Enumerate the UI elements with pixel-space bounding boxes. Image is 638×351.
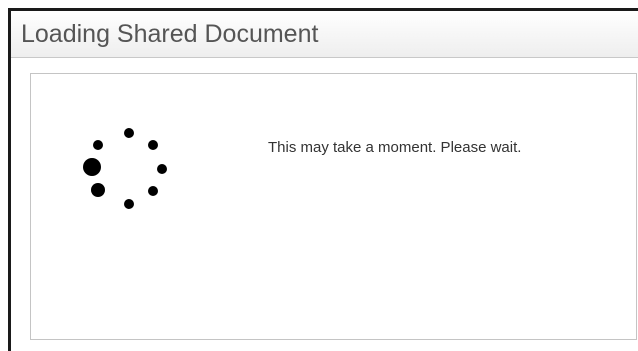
loading-spinner-icon (31, 74, 167, 224)
spinner-dot (148, 140, 158, 150)
spinner-dot (83, 158, 101, 176)
dialog-titlebar: Loading Shared Document (11, 11, 638, 58)
content-panel: This may take a moment. Please wait. (30, 73, 637, 340)
spinner-dot (124, 199, 134, 209)
spinner-dot (93, 140, 103, 150)
spinner-dot (148, 186, 158, 196)
dialog-title: Loading Shared Document (21, 20, 319, 48)
spinner-dot (157, 164, 167, 174)
spinner-dot (124, 128, 134, 138)
spinner-dot (91, 183, 105, 197)
loading-message: This may take a moment. Please wait. (268, 139, 522, 156)
loading-dialog: Loading Shared Document This may take a … (8, 8, 638, 351)
